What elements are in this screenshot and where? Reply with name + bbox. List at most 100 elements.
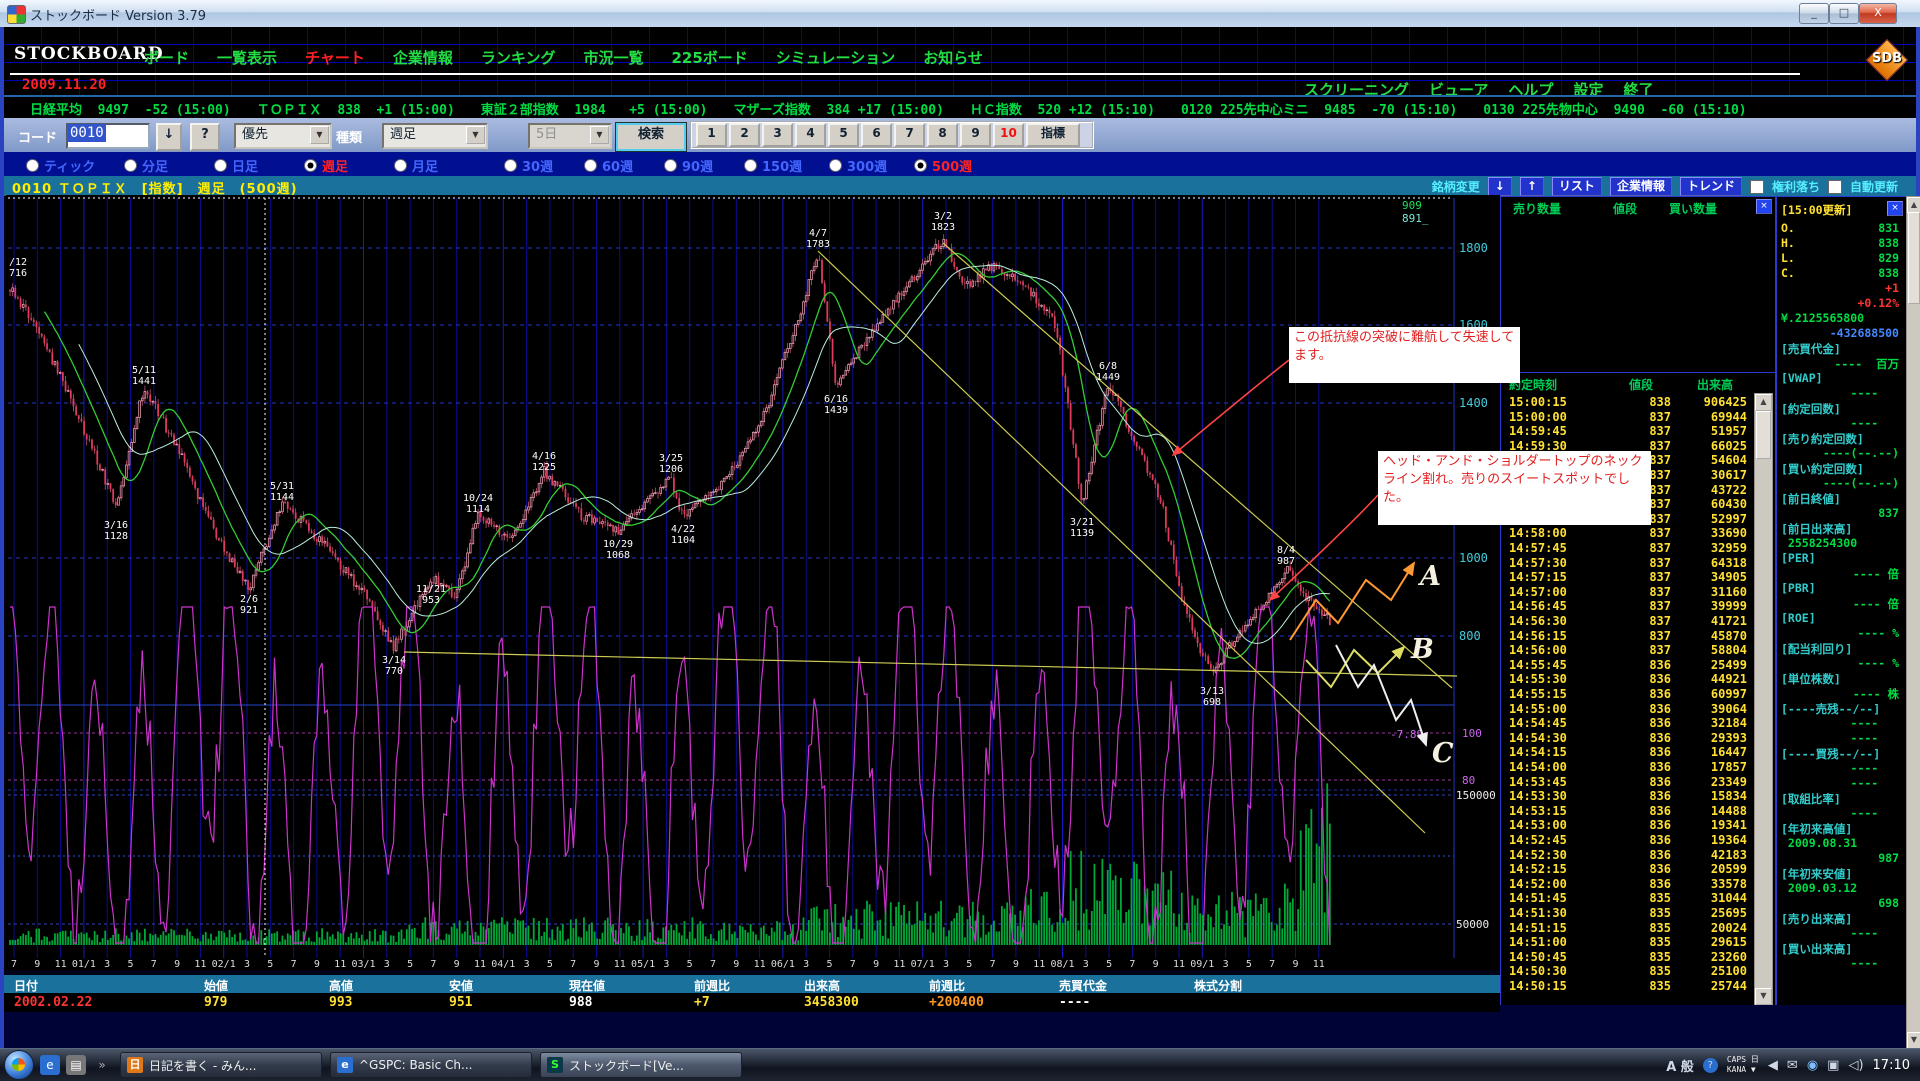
range-radio-90週[interactable]: 90週 [664, 156, 713, 175]
quick-launch-browser-icon[interactable]: e [40, 1055, 60, 1075]
mail-tray-icon[interactable]: ✉ [1787, 1058, 1798, 1073]
tape-row[interactable]: 15:00:15838906425 [1501, 395, 1751, 410]
minimize-button[interactable]: _ [1799, 3, 1829, 24]
menu-item-7[interactable]: シミュレーション [776, 47, 895, 68]
start-button[interactable] [4, 1050, 34, 1080]
company-info-button[interactable]: 企業情報 [1610, 177, 1672, 196]
tape-row[interactable]: 14:57:4583732959 [1501, 541, 1751, 556]
code-input[interactable]: 0010 [66, 123, 150, 149]
close-icon[interactable]: × [1887, 201, 1903, 216]
quick-launch-folder-icon[interactable]: ▤ [66, 1055, 86, 1075]
menu-item-4[interactable]: ランキング [481, 47, 556, 68]
page-button-8[interactable]: 8 [927, 123, 958, 147]
network-tray-icon[interactable]: ▣ [1827, 1058, 1839, 1073]
code-down-button[interactable]: ↓ [156, 123, 182, 151]
taskbar-clock[interactable]: 17:10 [1873, 1058, 1910, 1073]
tape-row[interactable]: 14:52:4583619364 [1501, 833, 1751, 848]
tape-row[interactable]: 14:57:1583734905 [1501, 570, 1751, 585]
tape-row[interactable]: 14:56:0083758804 [1501, 643, 1751, 658]
tape-row[interactable]: 14:53:1583614488 [1501, 804, 1751, 819]
ime-mode[interactable]: A 般 [1666, 1056, 1694, 1075]
volume-tray-icon[interactable]: ◁) [1848, 1058, 1863, 1073]
tape-row[interactable]: 14:55:3083644921 [1501, 672, 1751, 687]
tape-row[interactable]: 14:52:3083642183 [1501, 848, 1751, 863]
tape-row[interactable]: 14:50:3083525100 [1501, 964, 1751, 979]
maximize-button[interactable]: □ [1829, 3, 1859, 24]
range-radio-30週[interactable]: 30週 [504, 156, 553, 175]
tape-row[interactable]: 14:54:1583616447 [1501, 745, 1751, 760]
tape-row[interactable]: 14:54:3083629393 [1501, 731, 1751, 746]
period-radio-日足[interactable]: 日足 [214, 156, 258, 175]
page-button-7[interactable]: 7 [894, 123, 925, 147]
tape-scrollbar[interactable]: ▲ ▼ [1754, 393, 1773, 1006]
tape-row[interactable]: 14:51:4583531044 [1501, 891, 1751, 906]
tray-collapse-icon[interactable]: ◀ [1768, 1058, 1778, 1073]
page-button-6[interactable]: 6 [861, 123, 892, 147]
tape-row[interactable]: 14:53:3083615834 [1501, 789, 1751, 804]
period-radio-分足[interactable]: 分足 [124, 156, 168, 175]
priority-dropdown[interactable]: 優先▼ [234, 123, 332, 149]
period-radio-週足[interactable]: 週足 [304, 156, 348, 175]
page-button-3[interactable]: 3 [762, 123, 793, 147]
scroll-up-icon[interactable]: ▲ [1755, 394, 1772, 411]
quick-launch-overflow-icon[interactable]: » [92, 1055, 112, 1075]
tape-row[interactable]: 14:55:4583625499 [1501, 658, 1751, 673]
tape-row[interactable]: 14:57:0083731160 [1501, 585, 1751, 600]
menu-item-0[interactable]: ボード [144, 47, 189, 68]
period-radio-ティック[interactable]: ティック [26, 156, 95, 175]
menu-item-5[interactable]: 市況一覧 [583, 47, 643, 68]
range-radio-300週[interactable]: 300週 [829, 156, 887, 175]
symbol-down-button[interactable]: ↓ [1488, 177, 1512, 196]
list-button[interactable]: リスト [1552, 177, 1602, 196]
scroll-down-icon[interactable]: ▼ [1755, 988, 1772, 1005]
tape-row[interactable]: 14:50:1583525744 [1501, 979, 1751, 994]
search-button[interactable]: 検索 [616, 123, 686, 151]
tape-row[interactable]: 14:54:0083617857 [1501, 760, 1751, 775]
tape-scroll-thumb[interactable] [1756, 411, 1771, 459]
tape-row[interactable]: 14:51:0083529615 [1501, 935, 1751, 950]
tape-row[interactable]: 14:51:1583520024 [1501, 921, 1751, 936]
menu-item-8[interactable]: お知らせ [923, 47, 983, 68]
page-button-1[interactable]: 1 [696, 123, 727, 147]
help-button[interactable]: ? [190, 123, 220, 151]
page-button-10[interactable]: 10 [993, 123, 1024, 147]
chart-annotation-1[interactable]: ヘッド・アンド・ショルダートップのネックライン割れ。売りのスイートスポットでした… [1378, 451, 1651, 525]
tape-row[interactable]: 14:59:4583751957 [1501, 424, 1751, 439]
page-button-9[interactable]: 9 [960, 123, 991, 147]
chart-annotation-0[interactable]: この抵抗線の突破に難航して失速してます。 [1289, 327, 1520, 383]
task-button-2[interactable]: Sストックボード[Ve... [540, 1052, 742, 1078]
help-tray-icon[interactable]: ? [1703, 1058, 1718, 1073]
menu-item-2[interactable]: チャート [305, 47, 365, 68]
kind-dropdown[interactable]: 週足▼ [382, 123, 488, 149]
close-button[interactable]: X [1859, 3, 1897, 24]
tape-row[interactable]: 14:56:1583745870 [1501, 629, 1751, 644]
tape-row[interactable]: 15:00:0083769944 [1501, 410, 1751, 425]
range-radio-500週[interactable]: 500週 [914, 156, 972, 175]
tape-row[interactable]: 14:56:3083741721 [1501, 614, 1751, 629]
task-button-0[interactable]: 日日記を書く - みん... [120, 1052, 322, 1078]
period-radio-月足[interactable]: 月足 [394, 156, 438, 175]
indicator-button[interactable]: 指標 [1026, 123, 1080, 147]
security-tray-icon[interactable]: ◉ [1807, 1058, 1818, 1073]
tape-row[interactable]: 14:52:0083633578 [1501, 877, 1751, 892]
trend-button[interactable]: トレンド [1680, 177, 1742, 196]
window-scrollbar[interactable]: ▲ ▼ [1906, 196, 1920, 1050]
menu-item-6[interactable]: 225ボード [671, 47, 747, 68]
range-radio-150週[interactable]: 150週 [744, 156, 802, 175]
tape-row[interactable]: 14:53:4583623349 [1501, 775, 1751, 790]
symbol-up-button[interactable]: ↑ [1520, 177, 1544, 196]
chevron-down-icon[interactable]: ▼ [466, 126, 485, 144]
page-button-5[interactable]: 5 [828, 123, 859, 147]
page-button-2[interactable]: 2 [729, 123, 760, 147]
window-scroll-thumb[interactable] [1908, 212, 1920, 304]
page-button-4[interactable]: 4 [795, 123, 826, 147]
tape-row[interactable]: 14:53:0083619341 [1501, 818, 1751, 833]
range-radio-60週[interactable]: 60週 [584, 156, 633, 175]
tape-row[interactable]: 14:50:4583523260 [1501, 950, 1751, 965]
tape-row[interactable]: 14:57:3083764318 [1501, 556, 1751, 571]
task-button-1[interactable]: e^GSPC: Basic Ch... [330, 1052, 532, 1078]
close-icon[interactable]: × [1756, 199, 1772, 214]
tape-row[interactable]: 14:55:0083639064 [1501, 702, 1751, 717]
auto-update-checkbox[interactable] [1828, 180, 1842, 194]
chevron-down-icon[interactable]: ▼ [310, 126, 329, 144]
